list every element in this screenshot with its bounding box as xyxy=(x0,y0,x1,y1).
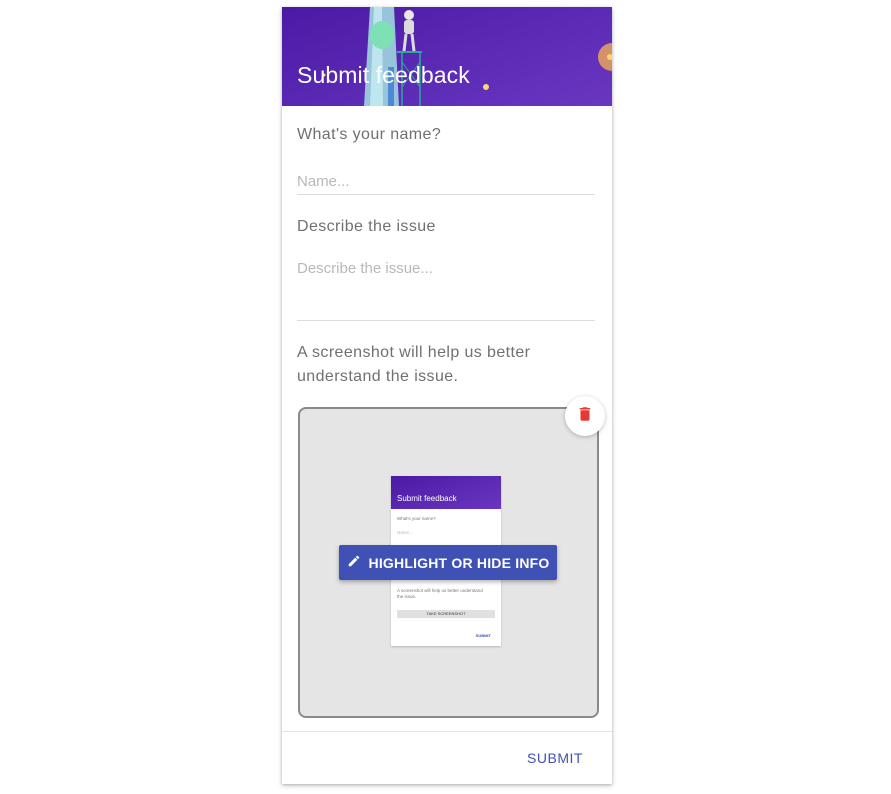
thumbnail-submit: SUBMIT xyxy=(475,633,491,638)
submit-button[interactable]: SUBMIT xyxy=(518,743,592,773)
header-illustration xyxy=(322,7,612,106)
highlight-hide-button[interactable]: HIGHLIGHT OR HIDE INFO xyxy=(339,545,557,580)
trash-icon xyxy=(576,404,594,429)
name-input[interactable] xyxy=(297,168,595,195)
thumbnail-hint: A screenshot will help us better underst… xyxy=(397,588,483,599)
delete-screenshot-button[interactable] xyxy=(565,396,605,436)
thumbnail-name-label: What's your name? xyxy=(397,516,436,521)
thumbnail-take-screenshot: TAKE SCREENSHOT xyxy=(397,610,495,618)
screenshot-hint: A screenshot will help us better underst… xyxy=(297,344,531,385)
name-label: What's your name? xyxy=(297,126,442,143)
header-banner: Submit feedback xyxy=(282,7,612,106)
thumbnail-title: Submit feedback xyxy=(397,494,457,503)
thumbnail-name-placeholder: Name... xyxy=(397,530,413,535)
highlight-hide-label: HIGHLIGHT OR HIDE INFO xyxy=(368,554,550,571)
thumbnail-header xyxy=(391,476,501,509)
footer-divider xyxy=(282,731,612,732)
issue-label: Describe the issue xyxy=(297,218,436,235)
pencil-icon xyxy=(347,554,361,571)
page-title: Submit feedback xyxy=(297,62,470,88)
feedback-card: Submit feedback What's your name? Descri… xyxy=(282,7,612,784)
issue-textarea[interactable] xyxy=(297,260,595,321)
